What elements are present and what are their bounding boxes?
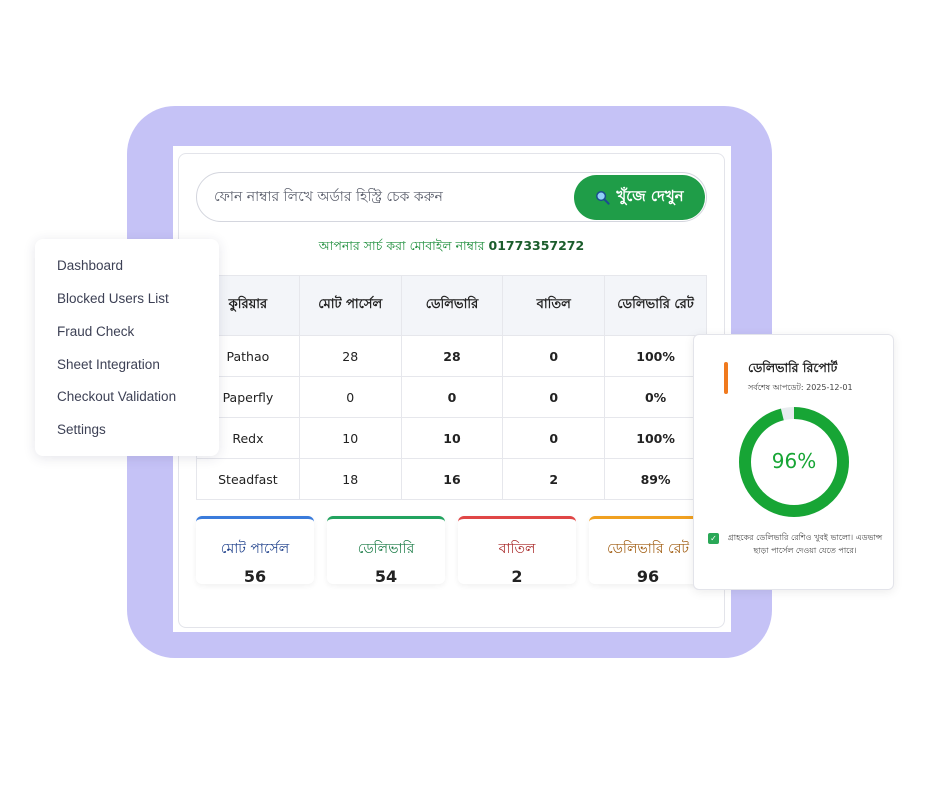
- delivery-report-card: ডেলিভারি রিপোর্ট সর্বশেষ আপডেট: 2025-12-…: [693, 334, 894, 590]
- search-bar: খুঁজে দেখুন: [196, 172, 707, 222]
- cell-total: 28: [298, 335, 402, 377]
- cell-cancelled: 0: [502, 376, 606, 418]
- col-cancelled: বাতিল: [502, 275, 606, 336]
- menu-item-fraud-check[interactable]: Fraud Check: [57, 324, 134, 339]
- col-delivered: ডেলিভারি: [400, 275, 504, 336]
- searched-number-label: আপনার সার্চ করা মোবাইল নাম্বার: [318, 238, 485, 253]
- menu-item-blocked-users[interactable]: Blocked Users List: [57, 291, 169, 306]
- checkbox-icon: ✓: [708, 533, 719, 544]
- col-total: মোট পার্সেল: [298, 275, 402, 336]
- cell-cancelled: 0: [502, 417, 606, 459]
- stat-label: বাতিল: [498, 541, 536, 557]
- cell-total: 18: [298, 458, 402, 500]
- menu-item-checkout-validation[interactable]: Checkout Validation: [57, 389, 176, 404]
- cell-delivered: 10: [400, 417, 504, 459]
- cell-rate: 100%: [604, 335, 707, 377]
- search-icon: [596, 191, 610, 205]
- sidebar-menu: Dashboard Blocked Users List Fraud Check…: [35, 239, 219, 456]
- col-rate: ডেলিভারি রেট: [604, 275, 707, 336]
- report-title: ডেলিভারি রিপোর্ট: [748, 360, 838, 375]
- stat-label: ডেলিভারি: [357, 541, 415, 557]
- cell-rate: 0%: [604, 376, 707, 418]
- menu-item-dashboard[interactable]: Dashboard: [57, 258, 123, 273]
- table-row: Paperfly 0 0 0 0%: [196, 376, 707, 418]
- cell-delivered: 0: [400, 376, 504, 418]
- courier-table: কুরিয়ার মোট পার্সেল ডেলিভারি বাতিল ডেলি…: [196, 275, 707, 500]
- stat-value: 56: [243, 567, 267, 586]
- search-input[interactable]: [214, 181, 569, 213]
- table-row: Pathao 28 28 0 100%: [196, 335, 707, 377]
- stat-card-total: মোট পার্সেল 56: [196, 516, 314, 586]
- cell-cancelled: 2: [502, 458, 606, 500]
- searched-number: 01773357272: [488, 238, 585, 253]
- cell-rate: 100%: [604, 417, 707, 459]
- table-row: Redx 10 10 0 100%: [196, 417, 707, 459]
- stat-card-rate: ডেলিভারি রেট 96: [589, 516, 707, 586]
- cell-cancelled: 0: [502, 335, 606, 377]
- stat-value: 2: [511, 567, 523, 586]
- search-button[interactable]: খুঁজে দেখুন: [574, 175, 705, 220]
- menu-item-sheet-integration[interactable]: Sheet Integration: [57, 357, 160, 372]
- cell-total: 0: [298, 376, 402, 418]
- stat-value: 54: [374, 567, 398, 586]
- menu-item-settings[interactable]: Settings: [57, 422, 106, 437]
- report-updated: সর্বশেষ আপডেট: 2025-12-01: [748, 383, 853, 392]
- cell-courier: Steadfast: [196, 458, 300, 500]
- search-button-label: খুঁজে দেখুন: [616, 187, 684, 205]
- report-accent-bar: [724, 362, 728, 394]
- cell-delivered: 28: [400, 335, 504, 377]
- stat-card-delivered: ডেলিভারি 54: [327, 516, 445, 586]
- cell-rate: 89%: [604, 458, 707, 500]
- stat-value: 96: [636, 567, 660, 586]
- cell-delivered: 16: [400, 458, 504, 500]
- searched-number-line: আপনার সার্চ করা মোবাইল নাম্বার 017733572…: [196, 238, 707, 258]
- report-percent: 96%: [771, 449, 817, 473]
- stat-label: ডেলিভারি রেট: [606, 541, 690, 557]
- table-row: Steadfast 18 16 2 89%: [196, 458, 707, 500]
- report-note: গ্রাহকের ডেলিভারি রেশিও খুবই ভালো। এডভান…: [727, 533, 883, 555]
- cell-total: 10: [298, 417, 402, 459]
- table-header-row: কুরিয়ার মোট পার্সেল ডেলিভারি বাতিল ডেলি…: [196, 275, 707, 336]
- stat-card-cancelled: বাতিল 2: [458, 516, 576, 586]
- stat-label: মোট পার্সেল: [220, 541, 290, 557]
